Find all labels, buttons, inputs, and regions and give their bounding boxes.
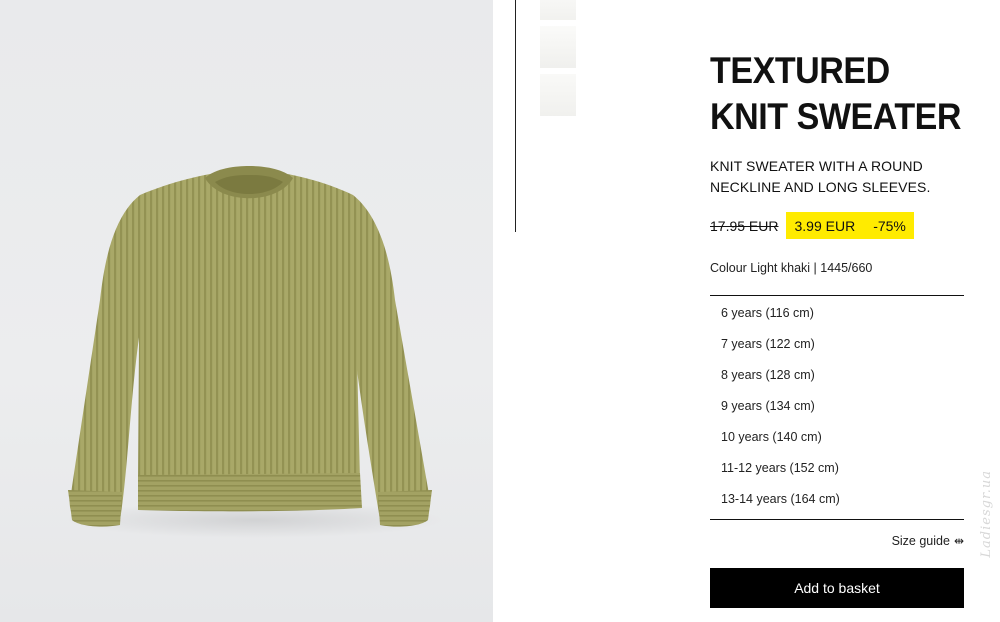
thumbnail-2[interactable] [540, 26, 576, 68]
thumbnail-strip [540, 0, 576, 122]
arrow-width-icon: ⇹ [953, 534, 964, 548]
divider-line [515, 0, 516, 232]
product-detail-panel: TEXTURED KNIT SWEATER KNIT SWEATER WITH … [710, 48, 964, 608]
size-option[interactable]: 9 years (134 cm) [710, 391, 964, 422]
thumbnail-3[interactable] [540, 74, 576, 116]
add-to-basket-button[interactable]: Add to basket [710, 568, 964, 608]
thumbnail-1[interactable] [540, 0, 576, 20]
product-description: KNIT SWEATER WITH A ROUND NECKLINE AND L… [710, 158, 931, 195]
size-option[interactable]: 6 years (116 cm) [710, 298, 964, 329]
colour-reference: Colour Light khaki | 1445/660 [710, 261, 873, 275]
size-option[interactable]: 11-12 years (152 cm) [710, 453, 964, 484]
price-row: 17.95 EUR 3.99 EUR -75% [710, 212, 964, 239]
product-image-sweater [65, 166, 445, 538]
size-option[interactable]: 13-14 years (164 cm) [710, 484, 964, 515]
size-list: 6 years (116 cm) 7 years (122 cm) 8 year… [710, 295, 964, 520]
product-image-panel[interactable] [0, 0, 493, 622]
old-price: 17.95 EUR [710, 217, 779, 234]
size-option[interactable]: 8 years (128 cm) [710, 360, 964, 391]
discount-percent: -75% [873, 217, 906, 234]
size-guide-link[interactable]: Size guide ⇹ [710, 534, 964, 548]
size-option[interactable]: 7 years (122 cm) [710, 329, 964, 360]
watermark-text: Ladiesgr.ua [979, 470, 994, 558]
size-option[interactable]: 10 years (140 cm) [710, 422, 964, 453]
sale-badge: 3.99 EUR -75% [786, 212, 914, 239]
size-guide-label: Size guide [891, 534, 950, 548]
product-title: TEXTURED KNIT SWEATER [710, 50, 962, 137]
sale-price: 3.99 EUR [794, 217, 856, 234]
